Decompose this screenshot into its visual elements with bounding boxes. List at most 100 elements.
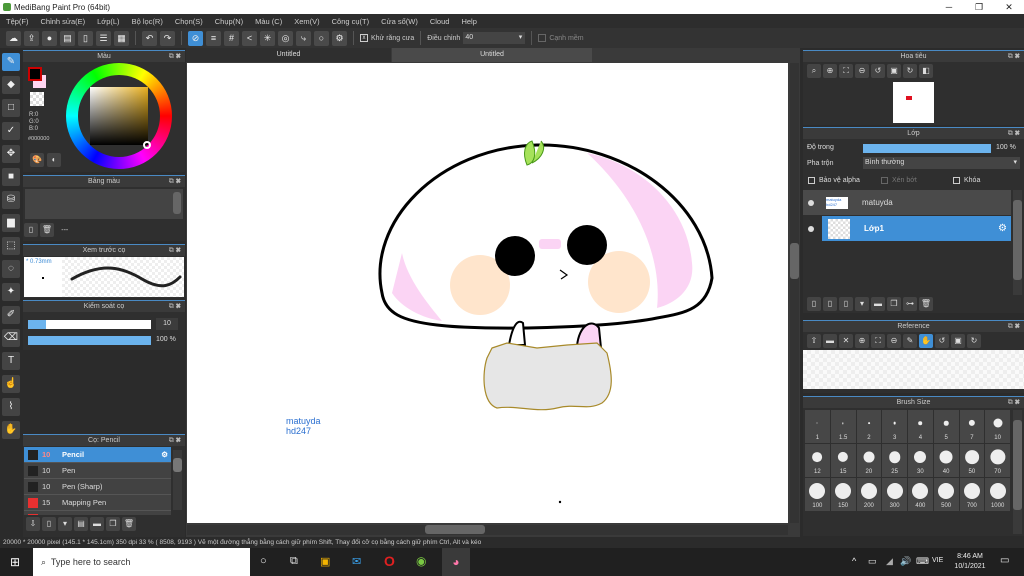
menu-item[interactable]: Tệp(F) <box>0 17 35 26</box>
lasso-tool-icon[interactable]: ◌ <box>2 260 20 278</box>
saturation-value-square[interactable] <box>90 87 148 145</box>
volume-icon[interactable]: 🔊 <box>900 556 911 567</box>
delete-palette-icon[interactable]: 🗑 <box>40 223 54 237</box>
brush-size-cell[interactable]: 12 <box>805 444 830 477</box>
settings-snap-icon[interactable]: ⚙ <box>332 30 347 46</box>
reference-eyedropper-icon[interactable]: ✎ <box>903 334 917 348</box>
layer-opacity-slider[interactable] <box>863 144 991 153</box>
duplicate-layer-icon[interactable]: ❐ <box>887 297 901 311</box>
magic-wand-tool-icon[interactable]: ✦ <box>2 283 20 301</box>
brush-size-cell[interactable]: 15 <box>830 444 856 477</box>
new-halftone-layer-icon[interactable]: ▯ <box>823 297 837 311</box>
menu-item[interactable]: Chỉnh sửa(E) <box>35 17 92 26</box>
menu-item[interactable]: Help <box>455 17 482 26</box>
brush-tool-icon[interactable]: ✎ <box>2 53 20 71</box>
brush-size-cell[interactable]: 300 <box>882 478 907 511</box>
reference-hand-icon[interactable]: ✋ <box>919 334 933 348</box>
comment-icon[interactable]: ● <box>42 30 57 46</box>
drawing-canvas[interactable]: matuyda hd247 <box>187 63 788 523</box>
brush-list-item[interactable]: 15 Mapping Pen <box>24 495 171 511</box>
merge-layer-icon[interactable]: ⊶ <box>903 297 917 311</box>
radial-snap-icon[interactable]: ✳ <box>260 30 275 46</box>
cloud-brush-icon[interactable]: ⇩ <box>26 517 40 531</box>
brush-size-cell[interactable]: 3 <box>882 410 907 443</box>
taskbar-search-input[interactable]: ⌕ Type here to search <box>33 548 250 576</box>
menu-item[interactable]: Màu (C) <box>249 17 288 26</box>
rotate-left-icon[interactable]: ↺ <box>871 64 885 78</box>
layer-scrollbar[interactable] <box>1013 190 1022 295</box>
layer-folder-icon[interactable]: ▬ <box>871 297 885 311</box>
snap-off-icon[interactable]: ⊘ <box>188 30 203 46</box>
brush-opacity-slider[interactable] <box>28 336 151 345</box>
concentric-snap-icon[interactable]: ◎ <box>278 30 293 46</box>
transparent-color-swatch[interactable] <box>30 92 44 106</box>
zoom-actual-icon[interactable]: ⌕ <box>807 64 821 78</box>
reference-cloud-icon[interactable]: ⇧ <box>807 334 821 348</box>
brush-settings-icon[interactable]: ⚙ <box>161 450 168 459</box>
tab-untitled-1[interactable]: Untitled <box>186 48 391 62</box>
brush-size-cell[interactable]: 150 <box>830 478 856 511</box>
brush-size-slider[interactable] <box>28 320 151 329</box>
new-layer-icon[interactable]: ▯ <box>807 297 821 311</box>
blend-mode-dropdown[interactable]: Bình thường ▾ <box>863 157 1020 169</box>
operation-tool-icon[interactable]: ☝ <box>2 375 20 393</box>
brush-list-scrollbar[interactable] <box>173 450 182 510</box>
reference-rotate-left-icon[interactable]: ↺ <box>935 334 949 348</box>
maximize-button[interactable]: ❐ <box>964 0 994 14</box>
horizontal-scrollbar[interactable] <box>187 525 788 535</box>
cloud-icon[interactable]: ☁ <box>6 30 21 46</box>
brush-size-cell[interactable]: 1 <box>805 410 830 443</box>
mail-icon[interactable]: ✉ <box>352 555 361 568</box>
hand-tool-icon[interactable]: ✋ <box>2 421 20 439</box>
undo-icon[interactable]: ↶ <box>142 30 157 46</box>
brush-list-item[interactable]: 10 Pencil ⚙ <box>24 447 171 463</box>
menu-item[interactable]: Cloud <box>424 17 456 26</box>
brush-size-cell[interactable]: 2 <box>856 410 882 443</box>
redo-icon[interactable]: ↷ <box>160 30 175 46</box>
cortana-icon[interactable]: ○ <box>260 555 267 567</box>
reference-rotate-right-icon[interactable]: ↻ <box>967 334 981 348</box>
eraser-tool-icon[interactable]: ◆ <box>2 76 20 94</box>
rotate-right-icon[interactable]: ↻ <box>903 64 917 78</box>
reference-zoom-in-icon[interactable]: ⊕ <box>855 334 869 348</box>
new-palette-icon[interactable]: ▯ <box>24 223 38 237</box>
parallel-snap-icon[interactable]: ≡ <box>206 30 221 46</box>
adjust-dropdown[interactable]: 40 ▾ <box>463 32 526 44</box>
brush-folder-icon[interactable]: ▬ <box>90 517 104 531</box>
reference-fit-icon[interactable]: ⛶ <box>871 334 885 348</box>
tray-chevron-icon[interactable]: ^ <box>852 556 856 566</box>
language-indicator[interactable]: VIE <box>932 557 943 564</box>
navigator-thumbnail[interactable] <box>893 82 934 123</box>
palette-cmyk-icon[interactable]: ◐ <box>47 153 61 167</box>
share-icon[interactable]: ⇪ <box>24 30 39 46</box>
grid-snap-icon[interactable]: # <box>224 30 239 46</box>
task-view-icon[interactable]: ⧉ <box>290 555 298 568</box>
notification-icon[interactable]: ▭ <box>1000 555 1009 566</box>
reference-close-icon[interactable]: ✕ <box>839 334 853 348</box>
menu-item[interactable]: Xem(V) <box>288 17 325 26</box>
visibility-icon[interactable] <box>808 225 814 232</box>
add-brush-menu-icon[interactable]: ▾ <box>58 517 72 531</box>
add-layer-menu-icon[interactable]: ▾ <box>855 297 869 311</box>
bucket-tool-icon[interactable]: ⛁ <box>2 191 20 209</box>
dot-tool-icon[interactable]: ✓ <box>2 122 20 140</box>
circle-snap-icon[interactable]: ○ <box>314 30 329 46</box>
palette-icon[interactable]: 🎨 <box>30 153 44 167</box>
rectangle-tool-icon[interactable]: □ <box>2 99 20 117</box>
fit-window-icon[interactable]: ▣ <box>887 64 901 78</box>
menu-item[interactable]: Chụp(N) <box>209 17 249 26</box>
brush-size-cell[interactable]: 400 <box>908 478 933 511</box>
gradient-tool-icon[interactable]: ▆ <box>2 214 20 232</box>
select-tool-icon[interactable]: ⬚ <box>2 237 20 255</box>
close-button[interactable]: ✕ <box>994 0 1024 14</box>
store-icon[interactable]: ▣ <box>320 555 330 568</box>
page-icon[interactable]: ▯ <box>78 30 93 46</box>
menu-item[interactable]: Lớp(L) <box>91 17 125 26</box>
brush-list-item[interactable]: 10 Pen (Sharp) <box>24 479 171 495</box>
windows-start-icon[interactable]: ⊞ <box>10 556 20 568</box>
curve-snap-icon[interactable]: ⤷ <box>296 30 311 46</box>
move-tool-icon[interactable]: ✥ <box>2 145 20 163</box>
flip-icon[interactable]: ◧ <box>919 64 933 78</box>
brush-size-cell[interactable]: 10 <box>985 410 1010 443</box>
wifi-icon[interactable]: ◢ <box>886 556 893 567</box>
